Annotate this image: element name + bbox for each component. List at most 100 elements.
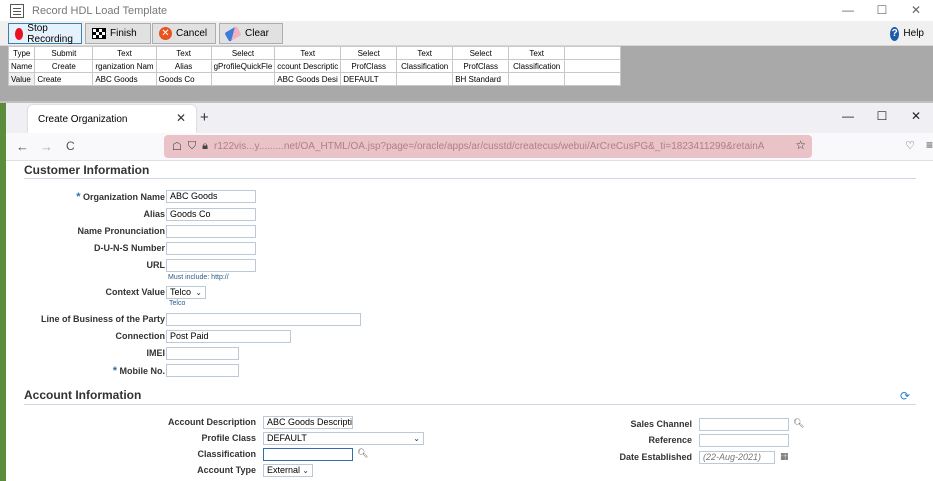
line-of-business-input[interactable] (166, 313, 361, 326)
sales-channel-input[interactable] (699, 418, 789, 431)
grid-cell[interactable]: ccount Descriptic (274, 59, 342, 73)
cancel-button[interactable]: ✕ Cancel (152, 23, 216, 44)
minimize-button[interactable]: — (831, 109, 865, 123)
grid-cell[interactable]: Submit (34, 46, 94, 60)
url-input[interactable] (166, 259, 256, 272)
section-divider (24, 178, 916, 179)
profile-class-label: Profile Class (201, 433, 256, 443)
tab-title: Create Organization (38, 113, 128, 125)
recorder-titlebar: Record HDL Load Template — ☐ ✕ (0, 0, 933, 21)
minimize-button[interactable]: — (831, 0, 865, 21)
grid-cell[interactable]: Text (508, 46, 566, 60)
grid-cell[interactable] (396, 72, 454, 86)
maximize-button[interactable]: ☐ (865, 109, 899, 123)
clear-button[interactable]: Clear (219, 23, 283, 44)
grid-cell[interactable]: ProfClass (340, 59, 398, 73)
grid-cell[interactable]: Create (34, 59, 94, 73)
grid-row-value: Value Create ABC Goods Goods Co ABC Good… (7, 72, 622, 86)
grid-cell[interactable]: Text (274, 46, 342, 60)
page-content: Customer Information * Organization Name… (6, 161, 933, 481)
lock-icon[interactable]: 🔒︎ (202, 140, 208, 153)
grid-cell[interactable] (210, 72, 276, 86)
account-description-input[interactable]: ABC Goods Descriptic (263, 416, 353, 429)
search-icon[interactable]: 🔍︎ (357, 448, 368, 459)
grid-cell[interactable]: Create (34, 72, 94, 86)
grid-cell[interactable]: Select (452, 46, 510, 60)
record-icon (15, 27, 24, 40)
mobile-number-label: * Mobile No. (112, 365, 165, 377)
classification-input[interactable] (263, 448, 353, 461)
recorder-title: Record HDL Load Template (32, 4, 168, 17)
required-icon: * (76, 191, 81, 203)
imei-label: IMEI (146, 348, 165, 358)
date-established-input[interactable]: (22-Aug-2021) (699, 451, 775, 464)
context-value-select[interactable]: Telco ⌄ (166, 286, 206, 299)
grid-row-label: Name (7, 59, 36, 73)
account-description-label: Account Description (167, 417, 256, 427)
grid-cell[interactable] (564, 59, 622, 73)
tab-create-organization[interactable]: Create Organization ✕ (28, 105, 196, 133)
imei-input[interactable] (166, 347, 239, 360)
grid-cell[interactable]: Alias (155, 59, 212, 73)
close-button[interactable]: ✕ (899, 109, 933, 123)
grid-cell[interactable]: ABC Goods (92, 72, 157, 86)
back-button[interactable]: ← (16, 139, 29, 154)
search-icon[interactable]: 🔍︎ (793, 418, 804, 429)
grid-cell[interactable]: ProfClass (452, 59, 510, 73)
grid-cell[interactable]: DEFAULT (340, 72, 398, 86)
grid-cell[interactable]: Classification (396, 59, 454, 73)
bookmark-star-icon[interactable]: ☆ (795, 138, 806, 152)
grid-cell[interactable]: Select (340, 46, 398, 60)
forward-button[interactable]: → (40, 139, 53, 154)
tracking-protection-icon[interactable]: ☖ (172, 140, 182, 153)
calendar-icon[interactable]: ▦ (780, 451, 789, 462)
grid-cell[interactable]: gProfileQuickFle (210, 59, 276, 73)
grid-cell[interactable]: ABC Goods Desi (274, 72, 342, 86)
grid-cell[interactable]: rganization Nam (92, 59, 157, 73)
section-divider (24, 404, 916, 405)
grid-cell[interactable]: Text (396, 46, 454, 60)
recorder-grid-area: Type Submit Text Text Select Text Select… (0, 46, 933, 101)
grid-row-label: Type (7, 46, 36, 60)
refresh-icon[interactable]: ⟳ (900, 389, 910, 403)
grid-cell[interactable]: Select (210, 46, 276, 60)
duns-number-input[interactable] (166, 242, 256, 255)
browser-window: Create Organization ✕ + — ☐ ✕ ← → C ☖ ⛉ … (6, 103, 933, 481)
name-pronunciation-label: Name Pronunciation (77, 226, 165, 236)
help-button[interactable]: ? Help (884, 23, 930, 44)
mobile-number-input[interactable] (166, 364, 239, 377)
alias-input[interactable]: Goods Co (166, 208, 256, 221)
address-bar[interactable]: ☖ ⛉ 🔒︎ r122vis...y.........net/OA_HTML/O… (164, 135, 812, 158)
grid-cell[interactable]: Goods Co (155, 72, 212, 86)
reference-label: Reference (648, 435, 692, 445)
stop-recording-button[interactable]: Stop Recording (8, 23, 82, 45)
maximize-button[interactable]: ☐ (865, 0, 899, 21)
finish-button[interactable]: Finish (85, 23, 151, 44)
grid-cell[interactable]: Classification (508, 59, 566, 73)
reference-input[interactable] (699, 434, 789, 447)
shield-icon[interactable]: ⛉ (188, 140, 196, 153)
required-icon: * (112, 365, 117, 377)
cancel-icon: ✕ (159, 27, 172, 40)
connection-input[interactable]: Post Paid (166, 330, 291, 343)
pocket-icon[interactable]: ♡ (905, 139, 915, 152)
browser-window-controls: — ☐ ✕ (831, 109, 933, 123)
grid-cell[interactable] (564, 72, 622, 86)
grid-cell[interactable] (564, 46, 622, 60)
profile-class-select[interactable]: DEFAULT ⌄ (263, 432, 424, 445)
grid-cell[interactable] (508, 72, 566, 86)
account-information-heading: Account Information (24, 388, 142, 402)
organization-name-input[interactable]: ABC Goods (166, 190, 256, 203)
menu-icon[interactable]: ≡ (926, 138, 933, 152)
reload-button[interactable]: C (66, 139, 75, 153)
close-button[interactable]: ✕ (899, 0, 933, 21)
account-type-select[interactable]: External ⌄ (263, 464, 313, 477)
grid-cell[interactable]: Text (155, 46, 212, 60)
grid-cell[interactable]: BH Standard (452, 72, 510, 86)
grid-cell[interactable]: Text (92, 46, 157, 60)
tab-close-icon[interactable]: ✕ (176, 111, 186, 125)
new-tab-button[interactable]: + (200, 109, 209, 126)
recorder-grid: Type Submit Text Text Select Text Select… (7, 46, 622, 86)
name-pronunciation-input[interactable] (166, 225, 256, 238)
chevron-down-icon: ⌄ (195, 288, 202, 297)
